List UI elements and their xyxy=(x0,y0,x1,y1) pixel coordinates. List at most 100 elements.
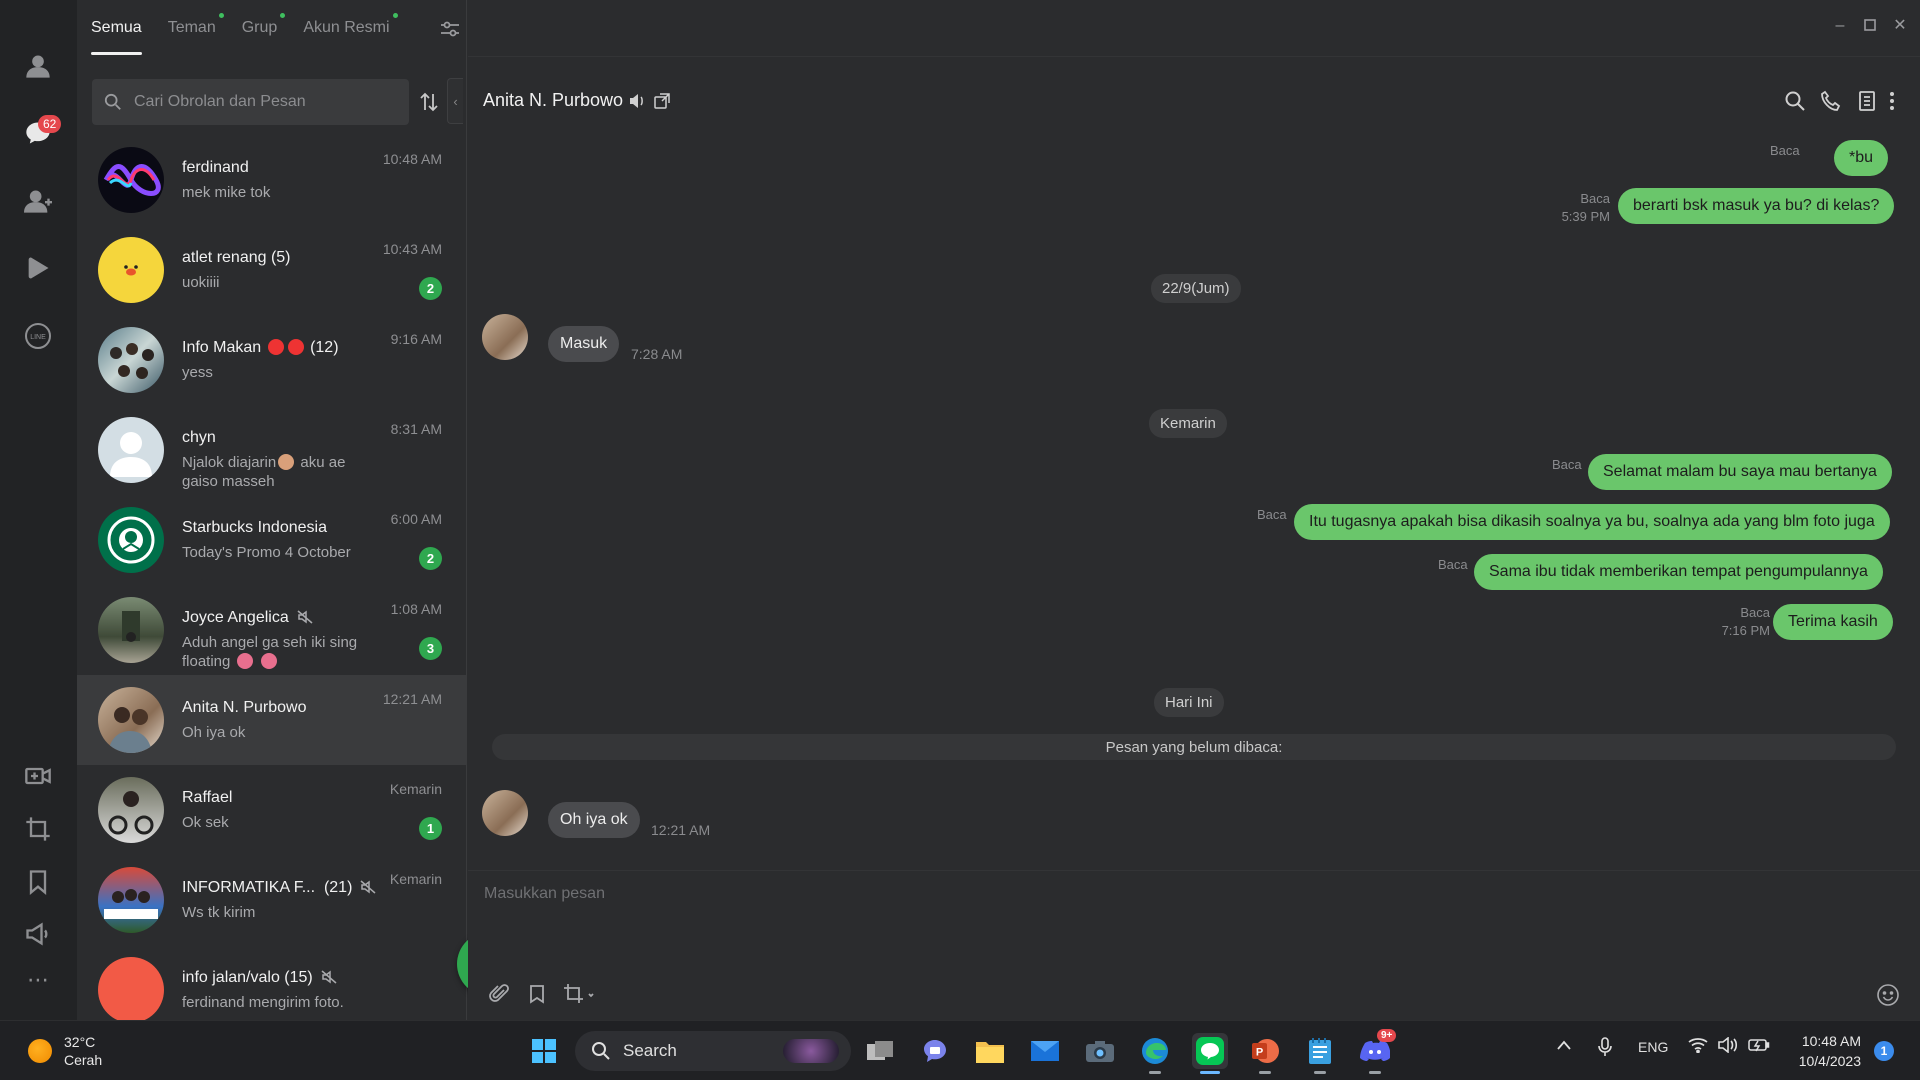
sort-icon[interactable] xyxy=(419,92,439,112)
chat-name: Joyce Angelica xyxy=(182,609,313,627)
maximize-button[interactable] xyxy=(1862,18,1878,34)
language-indicator[interactable]: ENG xyxy=(1638,1039,1668,1055)
battery-icon[interactable] xyxy=(1748,1037,1770,1056)
more-options-icon[interactable] xyxy=(1888,90,1896,112)
line-official-icon[interactable]: LINE xyxy=(22,320,54,352)
chat-search-input[interactable] xyxy=(134,93,384,111)
message-bubble-incoming[interactable]: Masuk xyxy=(548,326,620,362)
collapse-panel-button[interactable]: ‹ xyxy=(447,78,463,124)
wifi-icon[interactable] xyxy=(1688,1037,1708,1056)
announcement-icon[interactable] xyxy=(22,918,54,950)
volume-icon[interactable] xyxy=(1718,1036,1738,1056)
contact-name[interactable]: Anita N. Purbowo xyxy=(483,90,623,111)
chat-list-panel: Semua Teman Grup Akun Resmi ‹ ferdinand … xyxy=(77,0,521,1023)
task-view-button[interactable] xyxy=(862,1033,898,1069)
camera-app[interactable] xyxy=(1082,1033,1118,1069)
message-bubble-incoming[interactable]: Oh iya ok xyxy=(548,802,640,838)
temperature: 32°C xyxy=(64,1034,96,1050)
running-indicator xyxy=(1259,1071,1271,1074)
header-divider xyxy=(468,56,1920,57)
chat-time: 10:48 AM xyxy=(382,151,442,167)
chat-time: 8:31 AM xyxy=(390,421,442,437)
date-separator: Kemarin xyxy=(1149,409,1227,438)
message-list: Baca *bu Baca 5:39 PM berarti bsk masuk y… xyxy=(468,130,1920,870)
notes-icon[interactable] xyxy=(1856,90,1878,112)
notepad-app[interactable] xyxy=(1302,1033,1338,1074)
teams-chat-app[interactable] xyxy=(917,1033,953,1069)
profile-icon[interactable] xyxy=(22,50,54,82)
avatar xyxy=(98,597,164,663)
chat-item[interactable]: chyn Njalok diajarin aku ae gaiso masseh… xyxy=(77,405,466,495)
unread-divider: Pesan yang belum dibaca: xyxy=(492,734,1896,760)
notepad-icon xyxy=(1309,1038,1331,1064)
keep-icon[interactable] xyxy=(526,983,548,1005)
discord-app[interactable]: 9+ xyxy=(1357,1029,1397,1074)
close-button[interactable]: ✕ xyxy=(1892,18,1908,34)
open-external-icon[interactable] xyxy=(653,92,671,110)
message-bubble-outgoing[interactable]: *bu xyxy=(1834,140,1889,176)
date-separator: 22/9(Jum) xyxy=(1151,274,1241,303)
screenshot-dropdown-icon[interactable] xyxy=(563,983,595,1005)
new-dot xyxy=(280,13,286,18)
tab-akun-resmi[interactable]: Akun Resmi xyxy=(303,11,398,45)
screenshot-icon[interactable] xyxy=(22,813,54,845)
microphone-icon[interactable] xyxy=(1598,1037,1612,1060)
chat-item[interactable]: Raffael Ok sek Kemarin 1 xyxy=(77,765,466,855)
message-bubble-outgoing[interactable]: Terima kasih xyxy=(1773,604,1893,640)
edge-browser-app[interactable] xyxy=(1137,1033,1173,1074)
read-receipt: Baca xyxy=(1552,457,1582,472)
tab-grup[interactable]: Grup xyxy=(242,11,286,45)
mute-icon xyxy=(297,610,313,624)
sushi-emoji-icon xyxy=(267,339,284,355)
mail-app[interactable] xyxy=(1027,1033,1063,1069)
tab-teman[interactable]: Teman xyxy=(168,11,224,45)
start-button[interactable] xyxy=(526,1033,562,1069)
sender-avatar[interactable] xyxy=(482,314,528,360)
call-icon[interactable] xyxy=(1820,90,1842,112)
tray-overflow-chevron-icon[interactable] xyxy=(1556,1038,1572,1054)
speaker-icon[interactable] xyxy=(628,92,646,110)
more-icon[interactable]: ⋯ xyxy=(22,964,54,996)
add-friend-icon[interactable] xyxy=(22,185,54,217)
minimize-button[interactable]: – xyxy=(1832,18,1848,34)
camera-icon xyxy=(1086,1041,1114,1062)
chat-item[interactable]: Info Makan (12) yess 9:16 AM xyxy=(77,315,466,405)
message-input[interactable] xyxy=(484,885,1884,945)
taskbar-search[interactable]: Search xyxy=(575,1031,851,1071)
attach-file-icon[interactable] xyxy=(488,983,510,1005)
message-bubble-outgoing[interactable]: berarti bsk masuk ya bu? di kelas? xyxy=(1618,188,1895,224)
discord-icon xyxy=(1360,1041,1390,1061)
message-bubble-outgoing[interactable]: Sama ibu tidak memberikan tempat pengump… xyxy=(1474,554,1883,590)
keep-bookmark-icon[interactable] xyxy=(22,866,54,898)
message-time: 7:28 AM xyxy=(631,346,683,362)
powerpoint-app[interactable]: P xyxy=(1247,1033,1283,1074)
chat-item[interactable]: Starbucks Indonesia Today's Promo 4 Octo… xyxy=(77,495,466,585)
chat-item[interactable]: atlet renang (5) uokiiii 10:43 AM 2 xyxy=(77,225,466,315)
filter-settings-icon[interactable] xyxy=(440,20,460,38)
voom-icon[interactable] xyxy=(22,252,54,284)
chat-list: ferdinand mek mike tok 10:48 AM atlet re… xyxy=(77,135,466,1035)
chat-name-text: Info Makan xyxy=(182,339,262,356)
mute-icon xyxy=(321,970,337,984)
file-explorer-app[interactable] xyxy=(972,1033,1008,1069)
video-call-add-icon[interactable] xyxy=(22,760,54,792)
tab-semua[interactable]: Semua xyxy=(91,11,142,55)
chat-name: info jalan/valo (15) xyxy=(182,969,337,987)
notification-count-badge[interactable]: 1 xyxy=(1874,1041,1894,1061)
emoji-icon[interactable] xyxy=(1876,983,1900,1007)
weather-widget[interactable]: 32°C Cerah xyxy=(28,1033,102,1069)
discord-badge: 9+ xyxy=(1377,1029,1397,1042)
line-app-icon xyxy=(1196,1037,1224,1065)
search-in-chat-icon[interactable] xyxy=(1784,90,1806,112)
message-bubble-outgoing[interactable]: Itu tugasnya apakah bisa dikasih soalnya… xyxy=(1294,504,1890,540)
chat-item-selected[interactable]: Anita N. Purbowo Oh iya ok 12:21 AM xyxy=(77,675,466,765)
chat-item[interactable]: ferdinand mek mike tok 10:48 AM xyxy=(77,135,466,225)
message-bubble-outgoing[interactable]: Selamat malam bu saya mau bertanya xyxy=(1588,454,1892,490)
clock-time: 10:48 AM xyxy=(1801,1033,1861,1049)
line-app[interactable] xyxy=(1192,1033,1228,1074)
system-clock[interactable]: 10:48 AM 10/4/2023 xyxy=(1793,1031,1861,1071)
chat-item[interactable]: INFORMATIKA F... (21) Ws tk kirim Kemari… xyxy=(77,855,466,945)
avatar xyxy=(98,957,164,1023)
sender-avatar[interactable] xyxy=(482,790,528,836)
chat-item[interactable]: Joyce Angelica Aduh angel ga seh iki sin… xyxy=(77,585,466,675)
